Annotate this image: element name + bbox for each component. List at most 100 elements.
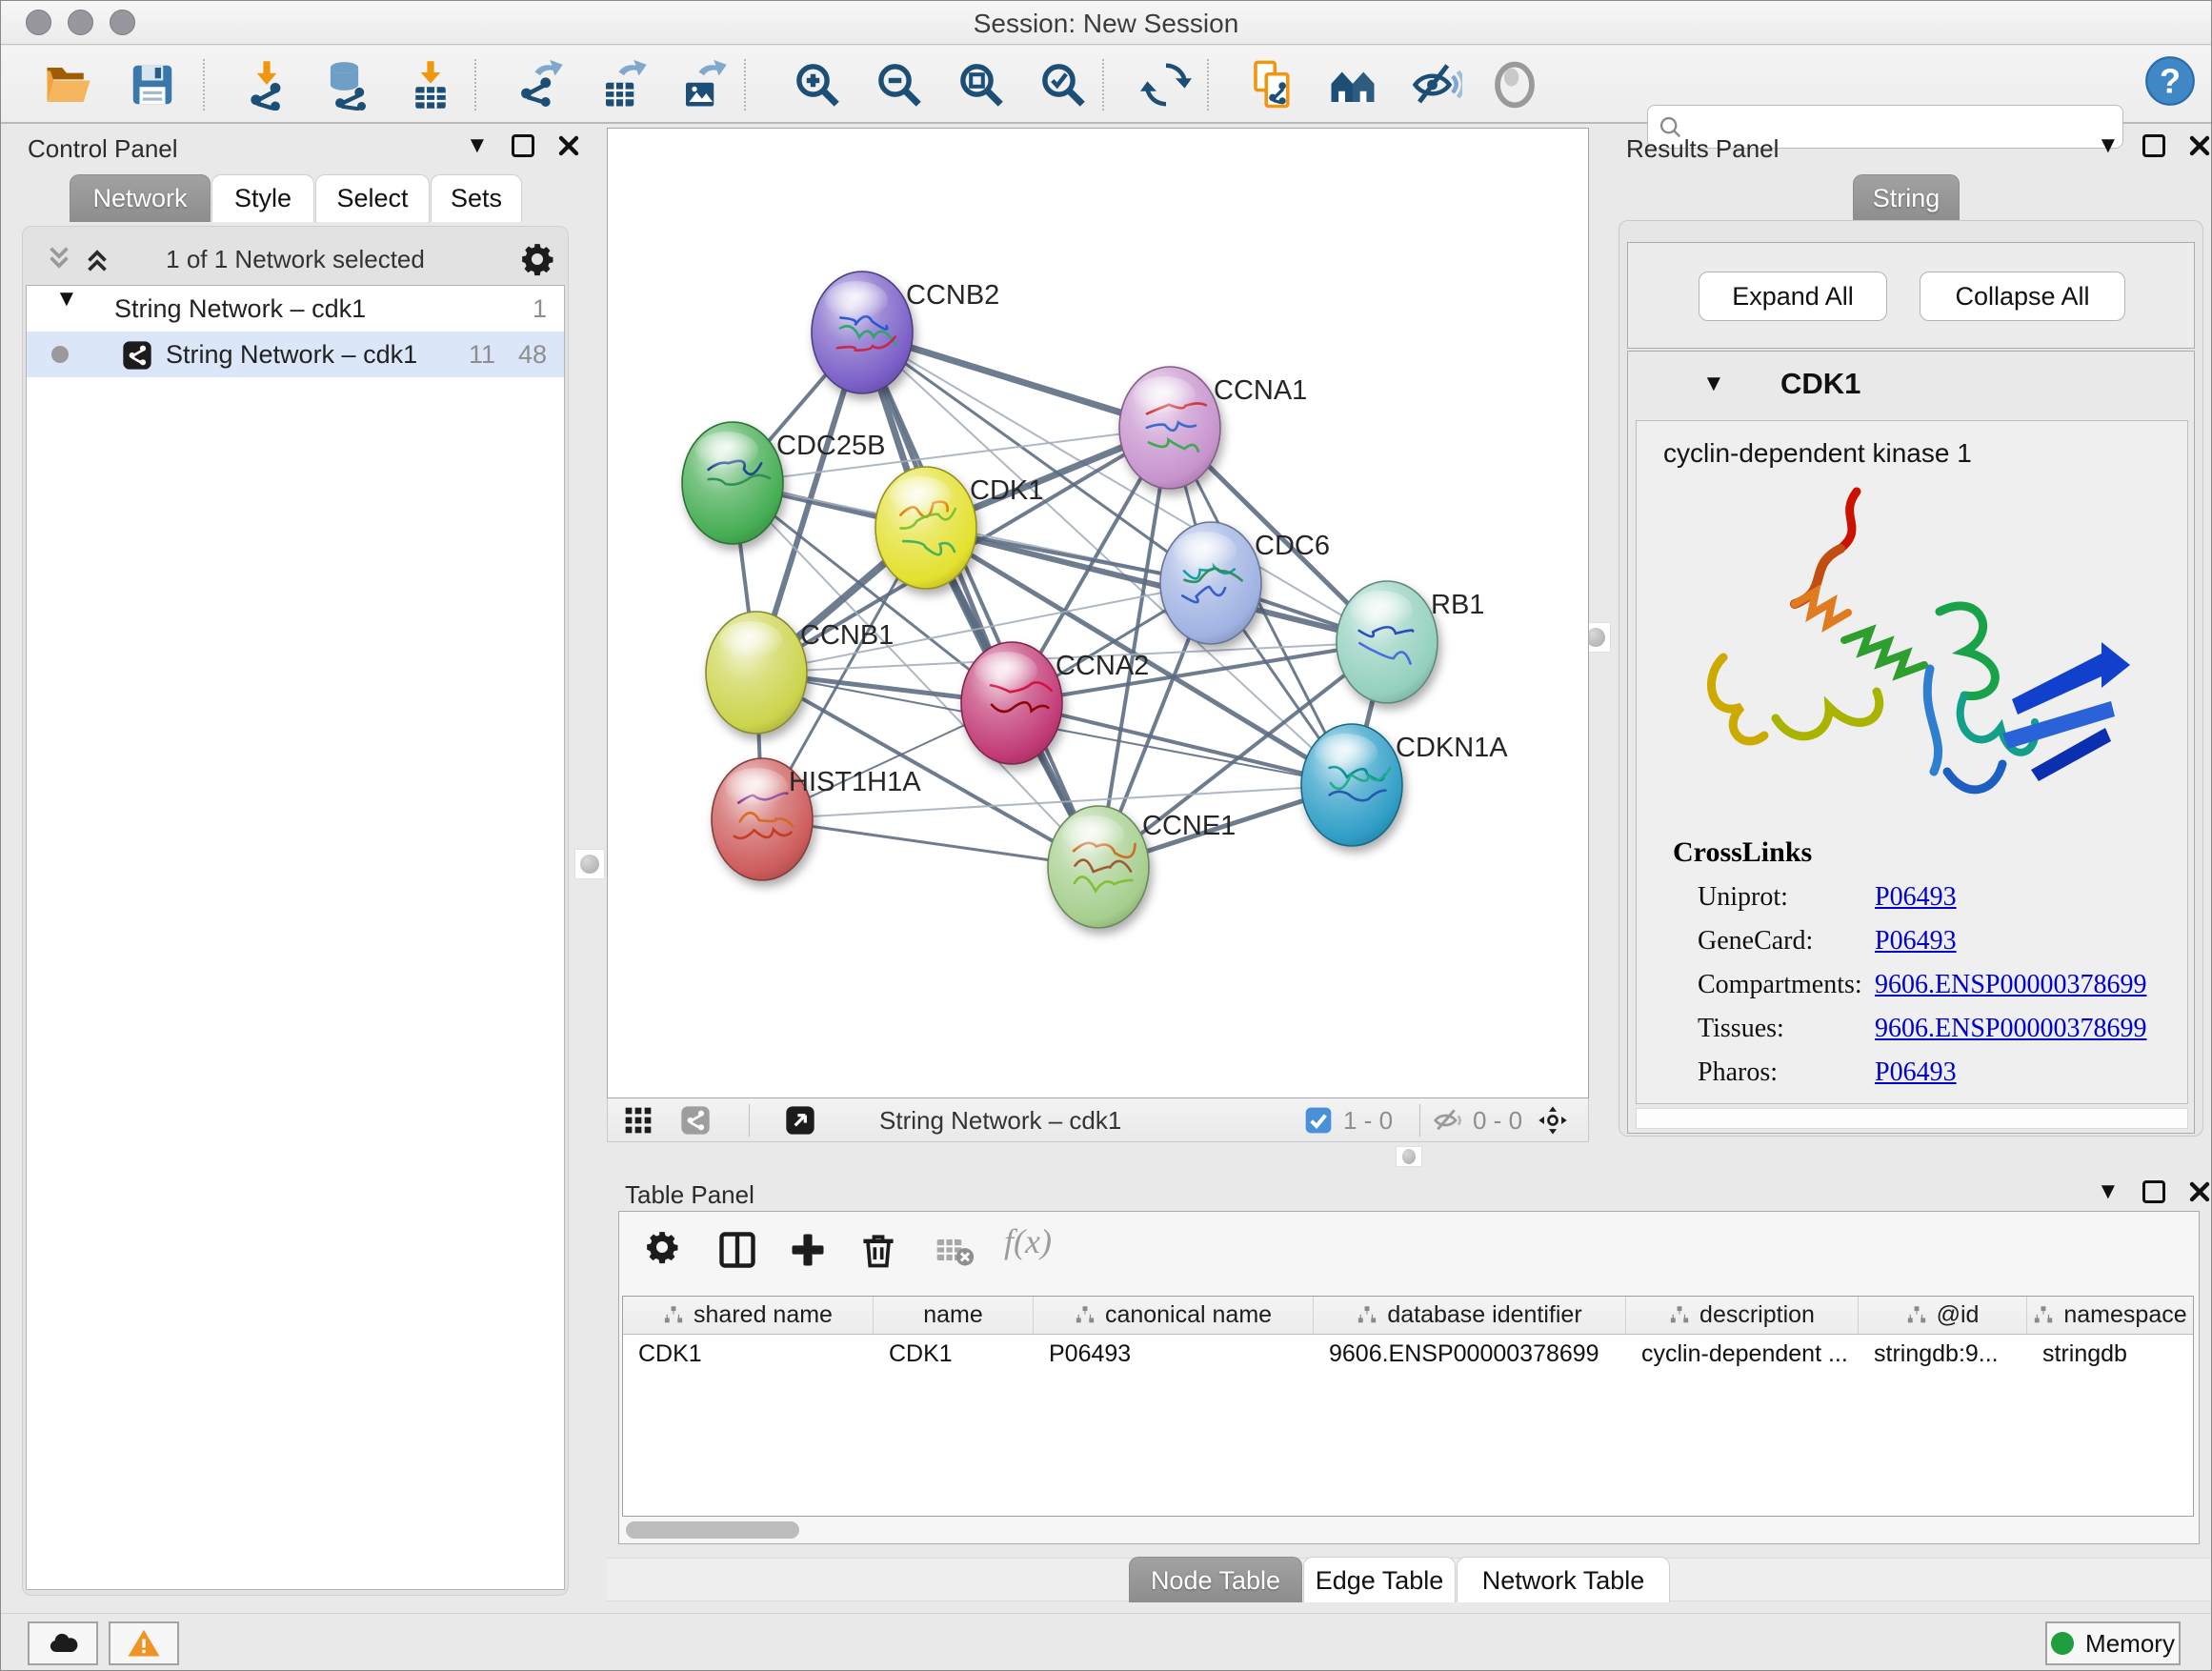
import-table-from-file-button[interactable] <box>403 57 458 112</box>
save-session-button[interactable] <box>125 57 180 112</box>
netbar-separator <box>749 1104 750 1137</box>
network-node-RB1[interactable]: RB1 <box>1337 581 1484 703</box>
column-header[interactable]: canonical name <box>1034 1297 1314 1334</box>
zoom-out-button[interactable] <box>872 57 927 112</box>
network-view-canvas[interactable]: CCNB2CCNA1CDC25BCDK1CDC6RB1CCNB1CCNA2CDK… <box>607 128 1589 1098</box>
table-row[interactable]: CDK1 CDK1 P06493 9606.ENSP00000378699 cy… <box>623 1335 2193 1373</box>
crosslink-link[interactable]: P06493 <box>1875 882 2146 913</box>
tab-style[interactable]: Style <box>211 174 314 222</box>
warning-status-button[interactable] <box>109 1621 179 1665</box>
panel-float-icon[interactable] <box>512 134 534 157</box>
network-node-CDC6[interactable]: CDC6 <box>1160 522 1330 644</box>
crosslink-label: Compartments: <box>1698 970 1875 1000</box>
show-all-button[interactable] <box>1487 57 1542 112</box>
network-node-count: 11 <box>469 332 495 377</box>
network-node-CDC25B[interactable]: CDC25B <box>682 422 885 544</box>
hide-selected-button[interactable] <box>1409 57 1464 112</box>
results-scrollbar[interactable] <box>1636 1108 2188 1129</box>
table-panel-header-icons: ▼ <box>2097 1180 2211 1203</box>
tab-edge-table[interactable]: Edge Table <box>1303 1557 1456 1602</box>
collection-count: 1 <box>533 286 547 332</box>
gene-description: cyclin-dependent kinase 1 <box>1663 438 1972 469</box>
column-header[interactable]: database identifier <box>1314 1297 1626 1334</box>
network-view-toolbar: String Network – cdk1 1 - 0 0 - 0 <box>607 1098 1589 1142</box>
first-neighbors-button[interactable] <box>1325 57 1380 112</box>
zoom-fit-button[interactable] <box>954 57 1009 112</box>
fit-content-crosshair-icon[interactable] <box>1538 1105 1568 1136</box>
bottom-splitter-grip[interactable] <box>1396 1146 1422 1167</box>
scrollbar-thumb[interactable] <box>626 1521 799 1539</box>
network-row-selected[interactable]: String Network – cdk1 11 48 <box>27 332 564 377</box>
panel-close-icon[interactable] <box>2188 1180 2211 1203</box>
tab-sets[interactable]: Sets <box>431 174 522 222</box>
hidden-eye-slash-icon[interactable] <box>1433 1105 1463 1136</box>
import-network-from-file-button[interactable] <box>239 57 294 112</box>
tab-node-table[interactable]: Node Table <box>1129 1557 1302 1602</box>
network-node-CDK1[interactable]: CDK1 <box>875 467 1043 589</box>
panel-menu-icon[interactable]: ▼ <box>466 134 489 157</box>
crosslink-link[interactable]: 9606.ENSP00000378699 <box>1875 970 2146 1000</box>
column-header[interactable]: namespace <box>2027 1297 2193 1334</box>
tab-select[interactable]: Select <box>315 174 430 222</box>
export-network-button[interactable] <box>512 57 567 112</box>
show-columns-icon[interactable] <box>716 1229 758 1271</box>
network-node-CDKN1A[interactable]: CDKN1A <box>1301 724 1508 846</box>
window-title: Session: New Session <box>1 9 2211 39</box>
panel-float-icon[interactable] <box>2142 134 2165 157</box>
column-header[interactable]: description <box>1626 1297 1859 1334</box>
network-edge[interactable] <box>1012 703 1352 785</box>
network-node-CCNB2[interactable]: CCNB2 <box>812 272 999 393</box>
crosslink-link[interactable]: P06493 <box>1875 926 2146 956</box>
node-label: CDKN1A <box>1396 733 1508 763</box>
selected-checkbox-icon[interactable] <box>1303 1105 1334 1136</box>
zoom-selected-button[interactable] <box>1036 57 1091 112</box>
crosslink-link[interactable]: 9606.ENSP00000378699 <box>1875 1014 2146 1044</box>
zoom-in-button[interactable] <box>790 57 845 112</box>
network-view-icon[interactable] <box>680 1105 711 1136</box>
crosslinks-title: CrossLinks <box>1673 836 2146 869</box>
table-options-gear-icon[interactable] <box>644 1229 680 1265</box>
grid-view-icon[interactable] <box>623 1105 654 1136</box>
open-session-button[interactable] <box>41 57 96 112</box>
section-collapse-icon[interactable]: ▼ <box>1702 372 1725 395</box>
detach-view-icon[interactable] <box>785 1105 815 1136</box>
network-node-CCNB1[interactable]: CCNB1 <box>706 612 894 734</box>
export-table-button[interactable] <box>595 57 651 112</box>
tab-network-table[interactable]: Network Table <box>1457 1557 1670 1602</box>
tab-string-results[interactable]: String <box>1853 174 1960 222</box>
column-header[interactable]: shared name <box>623 1297 874 1334</box>
tab-network[interactable]: Network <box>70 174 211 222</box>
collapse-all-button[interactable]: Collapse All <box>1920 272 2125 321</box>
collection-collapse-icon[interactable]: ▼ <box>55 288 78 311</box>
panel-menu-icon[interactable]: ▼ <box>2097 1180 2120 1203</box>
expand-all-button[interactable]: Expand All <box>1699 272 1887 321</box>
network-options-gear-icon[interactable] <box>519 241 555 282</box>
node-label: CDK1 <box>970 475 1043 506</box>
toolbar-separator <box>203 59 205 111</box>
panel-close-icon[interactable] <box>557 134 580 157</box>
network-node-CCNE1[interactable]: CCNE1 <box>1048 806 1236 928</box>
column-header[interactable]: @id <box>1859 1297 2027 1334</box>
gene-section-header[interactable]: ▼ CDK1 <box>1628 352 2194 420</box>
new-network-from-selection-button[interactable] <box>1245 57 1300 112</box>
cloud-status-button[interactable] <box>28 1621 98 1665</box>
network-node-CCNA2[interactable]: CCNA2 <box>961 642 1149 764</box>
memory-button[interactable]: Memory <box>2045 1621 2181 1665</box>
export-image-button[interactable] <box>675 57 731 112</box>
apply-preferred-layout-button[interactable] <box>1138 57 1194 112</box>
network-node-HIST1H1A[interactable]: HIST1H1A <box>712 758 921 880</box>
panel-close-icon[interactable] <box>2188 134 2211 157</box>
add-column-icon[interactable] <box>787 1229 829 1271</box>
left-splitter-grip[interactable] <box>574 849 605 879</box>
panel-menu-icon[interactable]: ▼ <box>2097 134 2120 157</box>
table-panel-title: Table Panel <box>625 1180 754 1210</box>
crosslinks-block: CrossLinks Uniprot:P06493 GeneCard:P0649… <box>1673 836 2146 1088</box>
delete-column-trash-icon[interactable] <box>857 1229 899 1271</box>
crosslink-link[interactable]: P06493 <box>1875 1057 2146 1088</box>
node-label: HIST1H1A <box>789 767 921 797</box>
network-collection-row[interactable]: ▼ String Network – cdk1 1 <box>27 286 564 332</box>
panel-float-icon[interactable] <box>2142 1180 2165 1203</box>
help-button[interactable]: ? <box>2142 53 2198 109</box>
column-header[interactable]: name <box>874 1297 1034 1334</box>
import-network-from-database-button[interactable] <box>321 57 376 112</box>
